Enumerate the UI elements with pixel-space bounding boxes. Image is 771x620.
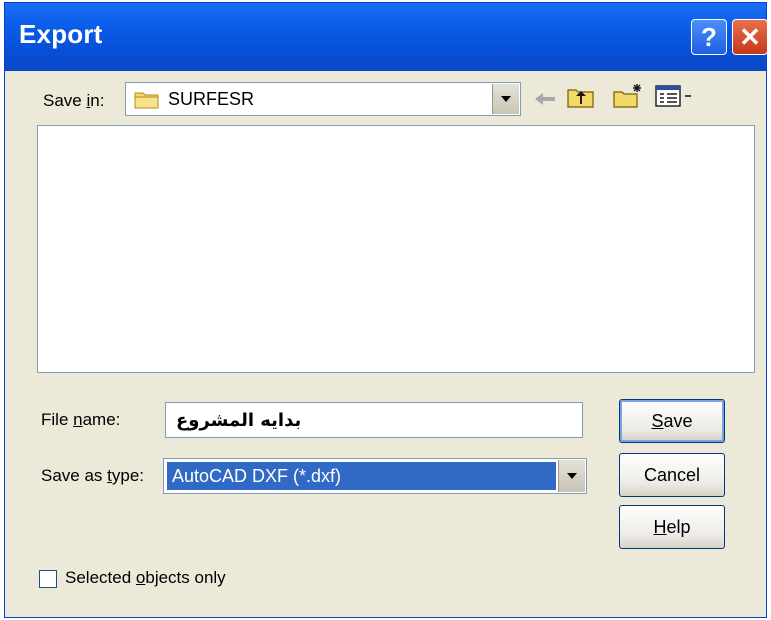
question-icon: ? bbox=[701, 21, 717, 52]
cancel-button[interactable]: Cancel bbox=[619, 453, 725, 497]
export-dialog: Export ? ✕ Save in: SURFESR File name: ب… bbox=[4, 2, 768, 618]
file-name-value: بدايه المشروع bbox=[176, 410, 302, 431]
selected-objects-checkbox[interactable] bbox=[39, 570, 57, 588]
view-menu-icon[interactable] bbox=[655, 85, 693, 112]
chevron-down-icon bbox=[567, 473, 577, 479]
folder-icon bbox=[134, 89, 160, 114]
file-list[interactable] bbox=[37, 125, 755, 373]
close-icon: ✕ bbox=[739, 21, 761, 52]
title-bar[interactable]: Export ? ✕ bbox=[5, 3, 768, 71]
close-button[interactable]: ✕ bbox=[732, 19, 768, 55]
save-as-type-dropdown[interactable]: AutoCAD DXF (*.dxf) bbox=[163, 458, 587, 494]
help-button[interactable]: Help bbox=[619, 505, 725, 549]
chevron-down-icon bbox=[501, 96, 511, 102]
new-folder-icon[interactable] bbox=[613, 83, 643, 114]
help-title-button[interactable]: ? bbox=[691, 19, 727, 55]
save-as-type-label: Save as type: bbox=[41, 466, 145, 485]
file-name-label: File name: bbox=[41, 410, 121, 429]
up-folder-icon[interactable] bbox=[567, 85, 595, 114]
save-in-value: SURFESR bbox=[168, 89, 255, 109]
file-name-input[interactable]: بدايه المشروع bbox=[165, 402, 583, 438]
selected-objects-label[interactable]: Selected objects only bbox=[65, 568, 226, 588]
back-arrow-icon[interactable] bbox=[533, 89, 557, 114]
window-title: Export bbox=[19, 19, 103, 49]
save-as-type-dropdown-arrow[interactable] bbox=[558, 460, 585, 492]
save-in-label: Save in: bbox=[43, 91, 105, 110]
save-in-dropdown-arrow[interactable] bbox=[492, 84, 519, 114]
save-button[interactable]: Save bbox=[619, 399, 725, 443]
save-in-dropdown[interactable]: SURFESR bbox=[125, 82, 521, 116]
save-as-type-value: AutoCAD DXF (*.dxf) bbox=[172, 466, 342, 486]
